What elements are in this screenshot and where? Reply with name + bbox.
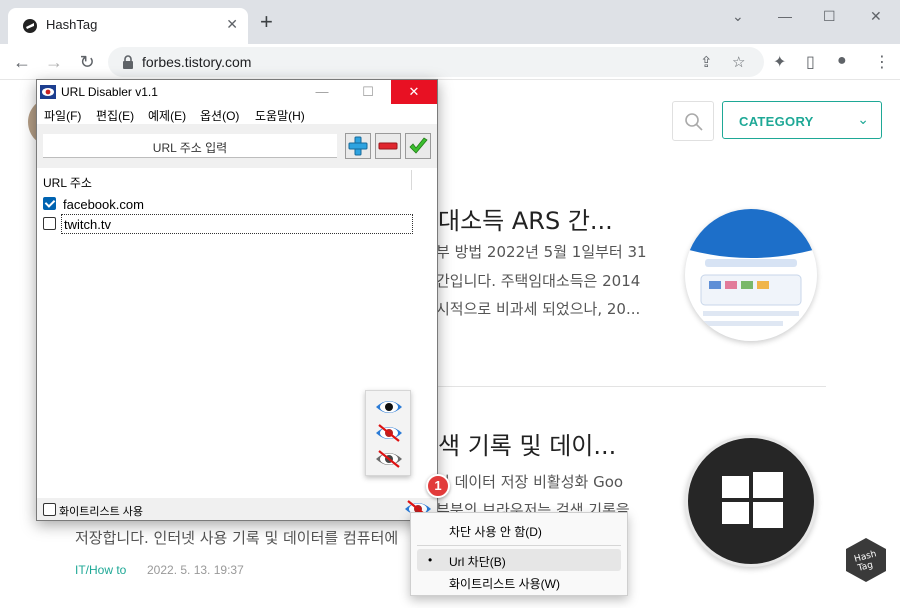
list-item-checkbox[interactable] xyxy=(43,217,56,230)
lock-icon[interactable] xyxy=(120,54,136,70)
chevron-down-icon: ⌄ xyxy=(857,111,869,127)
article-excerpt-line: 부 방법 2022년 5월 1일부터 31 xyxy=(436,243,647,261)
column-header-url[interactable]: URL 주소 xyxy=(43,174,92,191)
forward-button[interactable]: → xyxy=(44,52,64,72)
browser-toolbar: ← → ↻ forbes.tistory.com ⇪ ☆ ✦ ▯ ● ⋮ xyxy=(0,44,900,80)
address-bar[interactable]: forbes.tistory.com ⇪ ☆ xyxy=(108,47,764,77)
menu-item-label: Url 차단(B) xyxy=(449,555,506,569)
app-close-button[interactable]: ✕ xyxy=(391,80,437,104)
extensions-icon[interactable]: ✦ xyxy=(773,52,786,72)
article-title[interactable]: 색 기록 및 데이... xyxy=(438,426,616,461)
tab-title: HashTag xyxy=(46,17,98,32)
window-close-button[interactable]: ✕ xyxy=(870,8,882,25)
bookmark-star-icon[interactable]: ☆ xyxy=(732,53,745,71)
tab-search-icon[interactable]: ⌄ xyxy=(732,8,744,25)
app-minimize-button[interactable]: — xyxy=(299,80,345,104)
side-panel-icon[interactable]: ▯ xyxy=(806,52,815,72)
whitelist-label[interactable]: 화이트리스트 사용 xyxy=(59,503,143,519)
add-url-button[interactable] xyxy=(345,133,371,159)
icon-preview-panel xyxy=(365,390,411,476)
article-divider xyxy=(436,386,826,387)
article-excerpt-line: 시적으로 비과세 되었으나, 20... xyxy=(436,300,641,318)
eye-disabled-icon xyxy=(376,450,402,468)
menu-item-whitelist[interactable]: 화이트리스트 사용(W) xyxy=(411,571,627,593)
eye-active-icon xyxy=(376,401,402,413)
menu-options[interactable]: 옵션(O) xyxy=(200,107,239,124)
list-item-url[interactable]: twitch.tv xyxy=(61,214,413,234)
eye-blocked-icon xyxy=(376,424,402,442)
article-thumbnail[interactable] xyxy=(685,209,817,341)
list-item-checkbox[interactable] xyxy=(43,197,56,210)
menu-separator xyxy=(417,545,621,546)
hashtag-favicon-icon xyxy=(23,19,37,33)
tab-strip: HashTag ✕ + ⌄ — ☐ ✕ xyxy=(0,0,900,44)
menu-item-url-block[interactable]: • Url 차단(B) xyxy=(417,549,621,571)
article-date: 2022. 5. 13. 19:37 xyxy=(147,563,244,577)
blog-search-button[interactable] xyxy=(672,101,714,141)
article-thumbnail[interactable] xyxy=(685,435,817,567)
step-badge: 1 xyxy=(426,474,450,498)
apply-button[interactable] xyxy=(405,133,431,159)
menu-edit[interactable]: 편집(E) xyxy=(96,107,134,124)
app-menubar: 파일(F) 편집(E) 예제(E) 옵션(O) 도움말(H) xyxy=(37,104,437,124)
category-dropdown[interactable]: CATEGORY ⌄ xyxy=(722,101,882,139)
windows-logo-icon xyxy=(722,472,783,528)
remove-url-button[interactable] xyxy=(375,133,401,159)
app-maximize-button[interactable]: ☐ xyxy=(345,80,391,104)
hashtag-logo-icon[interactable]: Hash Tag xyxy=(843,537,889,583)
reload-button[interactable]: ↻ xyxy=(77,52,97,72)
menu-help[interactable]: 도움말(H) xyxy=(255,107,305,124)
app-eye-icon xyxy=(40,85,56,99)
tray-context-menu: 차단 사용 안 함(D) • Url 차단(B) 화이트리스트 사용(W) xyxy=(410,512,628,596)
browser-menu-icon[interactable]: ⋮ xyxy=(874,52,890,72)
menu-item-label: 차단 사용 안 함(D) xyxy=(449,525,542,539)
menu-item-label: 화이트리스트 사용(W) xyxy=(449,577,560,591)
menu-item-disable-blocking[interactable]: 차단 사용 안 함(D) xyxy=(411,519,627,541)
plus-icon xyxy=(348,136,368,156)
whitelist-checkbox[interactable] xyxy=(43,503,56,516)
category-label: CATEGORY xyxy=(739,114,814,129)
window-minimize-button[interactable]: — xyxy=(778,8,792,24)
url-disabler-window: URL Disabler v1.1 — ☐ ✕ 파일(F) 편집(E) 예제(E… xyxy=(36,79,438,521)
window-titlebar[interactable]: URL Disabler v1.1 — ☐ ✕ xyxy=(37,80,437,104)
article-category-link[interactable]: IT/How to xyxy=(75,563,126,577)
article-excerpt-line: 저장합니다. 인터넷 사용 기록 및 데이터를 컴퓨터에 xyxy=(75,529,399,547)
back-button[interactable]: ← xyxy=(12,52,32,72)
window-title: URL Disabler v1.1 xyxy=(61,85,158,99)
selected-bullet-icon: • xyxy=(428,553,433,567)
tab-hashtag[interactable]: HashTag ✕ xyxy=(8,8,248,44)
tab-close-icon[interactable]: ✕ xyxy=(226,16,238,33)
app-statusbar: 화이트리스트 사용 xyxy=(37,498,437,520)
column-separator xyxy=(411,170,412,190)
url-input-placeholder: URL 주소 입력 xyxy=(152,141,228,155)
list-item[interactable]: facebook.com xyxy=(41,194,413,214)
article-excerpt-line: 및 데이터 저장 비활성화 Goo xyxy=(436,473,624,491)
list-item-url[interactable]: facebook.com xyxy=(63,197,144,212)
article-title[interactable]: 대소득 ARS 간... xyxy=(438,201,613,236)
list-item[interactable]: twitch.tv xyxy=(41,214,413,234)
window-maximize-button[interactable]: ☐ xyxy=(823,8,836,25)
hometax-thumbnail-image xyxy=(685,209,817,341)
checkmark-icon xyxy=(409,137,428,154)
new-tab-button[interactable]: + xyxy=(260,11,273,33)
search-icon xyxy=(685,113,703,131)
profile-icon[interactable]: ● xyxy=(837,52,847,70)
url-text[interactable]: forbes.tistory.com xyxy=(142,54,251,70)
url-input-field[interactable]: URL 주소 입력 xyxy=(43,134,337,158)
menu-example[interactable]: 예제(E) xyxy=(148,107,186,124)
article-excerpt-line: 간입니다. 주택임대소득은 2014 xyxy=(436,272,641,290)
menu-file[interactable]: 파일(F) xyxy=(44,107,81,124)
share-icon[interactable]: ⇪ xyxy=(700,53,713,71)
minus-icon xyxy=(378,142,398,150)
